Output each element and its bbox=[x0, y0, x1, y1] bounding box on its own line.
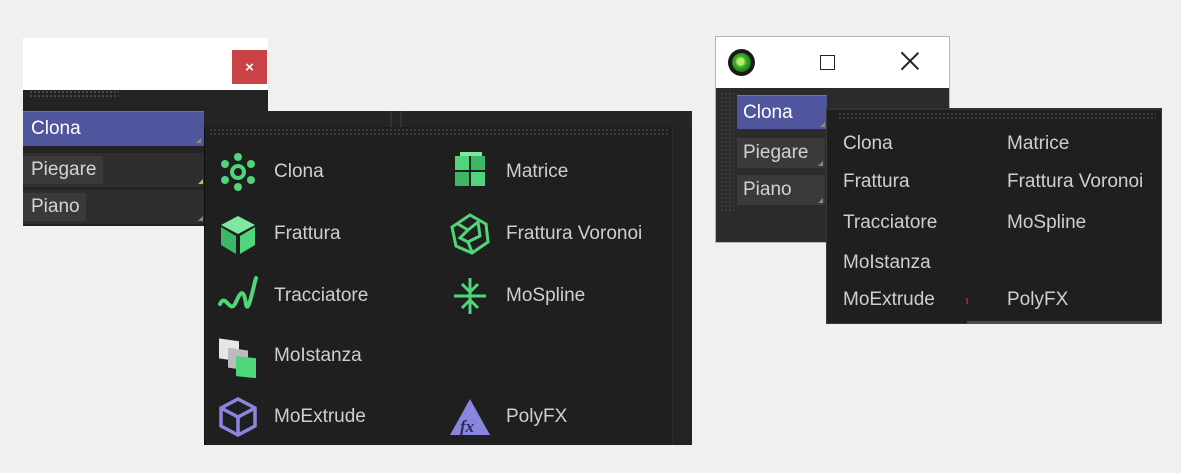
popup-grip[interactable] bbox=[209, 128, 669, 136]
popup-item-label: Frattura Voronoi bbox=[506, 223, 643, 244]
menu-item-label: Piegare bbox=[23, 156, 103, 184]
mospline-icon bbox=[454, 278, 486, 314]
popup-marker bbox=[966, 298, 968, 304]
divider bbox=[400, 111, 402, 127]
popup-item-moistanza[interactable]: MoIstanza bbox=[843, 252, 931, 274]
popup-item-moextrude[interactable]: MoExtrude bbox=[216, 395, 366, 439]
drag-grip[interactable] bbox=[720, 92, 734, 212]
right-titlebar bbox=[716, 37, 949, 88]
menu-item-clona[interactable]: Clona bbox=[23, 111, 204, 146]
popup-item-tracciatore[interactable]: Tracciatore bbox=[843, 212, 937, 234]
menu-item-piegare[interactable]: Piegare bbox=[23, 153, 206, 187]
popup-item-polyfx[interactable]: PolyFX bbox=[1007, 289, 1068, 311]
popup-item-mospline[interactable]: MoSpline bbox=[1007, 212, 1086, 234]
menu-item-label: Clona bbox=[743, 101, 793, 123]
popup-header bbox=[204, 111, 692, 127]
menu-item-label: Piano bbox=[23, 193, 86, 221]
moextrude-icon bbox=[219, 397, 257, 437]
popup-item-clona[interactable]: Clona bbox=[216, 150, 324, 194]
popup-item-frattura-voronoi[interactable]: Frattura Voronoi bbox=[448, 212, 642, 256]
tracer-icon bbox=[218, 276, 258, 309]
polyfx-icon: fx bbox=[450, 399, 490, 436]
cloner-icon bbox=[221, 153, 255, 191]
submenu-corner-icon bbox=[198, 216, 203, 221]
close-button[interactable] bbox=[900, 51, 920, 71]
left-titlebar: × bbox=[23, 38, 268, 90]
fracture-icon bbox=[221, 216, 255, 254]
popup-scroll-edge bbox=[672, 127, 692, 445]
submenu-corner-icon bbox=[196, 138, 201, 143]
close-button[interactable]: × bbox=[232, 50, 267, 84]
cinema4d-app-icon bbox=[728, 49, 755, 76]
popup-item-label: Frattura bbox=[274, 223, 341, 244]
voronoi-fracture-icon bbox=[450, 213, 490, 255]
submenu-corner-icon bbox=[198, 179, 203, 184]
menu-item-piano[interactable]: Piano bbox=[23, 190, 206, 224]
menu-item-piegare[interactable]: Piegare bbox=[737, 138, 825, 168]
popup-item-moistanza[interactable]: MoIstanza bbox=[216, 334, 362, 378]
submenu-corner-icon bbox=[820, 122, 825, 127]
popup-item-label: Tracciatore bbox=[274, 285, 369, 306]
popup-item-label: MoExtrude bbox=[274, 406, 366, 427]
popup-item-polyfx[interactable]: fx PolyFX bbox=[448, 395, 567, 439]
popup-item-matrice[interactable]: Matrice bbox=[448, 150, 568, 194]
maximize-button[interactable] bbox=[820, 55, 835, 70]
matrix-icon bbox=[455, 152, 485, 186]
popup-item-label: PolyFX bbox=[506, 406, 568, 427]
submenu-corner-icon bbox=[818, 198, 823, 203]
popup-grip[interactable] bbox=[838, 112, 1156, 120]
moinstance-icon bbox=[219, 338, 256, 378]
popup-bottom-edge bbox=[967, 321, 1162, 324]
menu-item-piano[interactable]: Piano bbox=[737, 175, 825, 205]
menu-item-label: Clona bbox=[31, 118, 81, 139]
menu-item-label: Piano bbox=[743, 179, 792, 200]
popup-item-frattura[interactable]: Frattura bbox=[216, 212, 341, 256]
popup-item-clona[interactable]: Clona bbox=[843, 133, 893, 155]
submenu-corner-icon bbox=[818, 161, 823, 166]
popup-item-label: MoIstanza bbox=[274, 345, 362, 366]
popup-item-tracciatore[interactable]: Tracciatore bbox=[216, 274, 368, 318]
popup-item-label: MoSpline bbox=[506, 285, 586, 306]
divider bbox=[390, 111, 392, 127]
drag-grip[interactable] bbox=[29, 90, 119, 99]
menu-item-clona[interactable]: Clona bbox=[737, 95, 827, 129]
popup-item-label: Clona bbox=[274, 161, 324, 182]
popup-item-matrice[interactable]: Matrice bbox=[1007, 133, 1069, 155]
popup-item-frattura[interactable]: Frattura bbox=[843, 171, 910, 193]
menu-item-label: Piegare bbox=[743, 142, 809, 163]
popup-item-mospline[interactable]: MoSpline bbox=[448, 274, 585, 318]
popup-item-moextrude[interactable]: MoExtrude bbox=[843, 289, 935, 311]
popup-item-label: Matrice bbox=[506, 161, 569, 182]
popup-item-frattura-voronoi[interactable]: Frattura Voronoi bbox=[1007, 171, 1143, 193]
svg-text:fx: fx bbox=[460, 417, 475, 436]
